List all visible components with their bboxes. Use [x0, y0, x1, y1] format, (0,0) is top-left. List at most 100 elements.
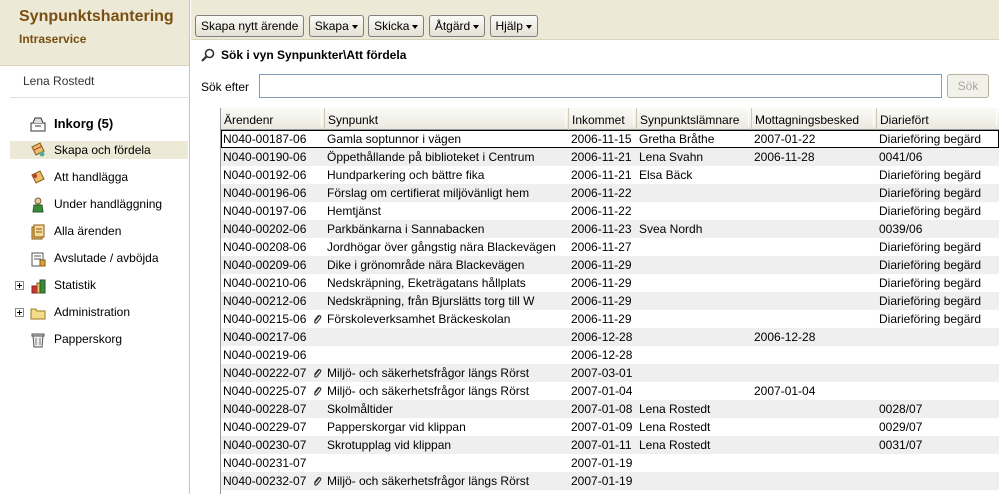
table-row[interactable]: N040-00232-07 Miljö- och säkerhetsfrågor … — [221, 472, 999, 490]
table-cell — [637, 274, 752, 292]
table-row[interactable]: N040-00219-06 2006-12-28 — [221, 346, 999, 364]
table-cell: Hemtjänst — [327, 204, 382, 218]
table-cell: N040-00215-06 — [223, 312, 307, 326]
table-cell: N040-00217-06 — [223, 330, 307, 344]
action-menu-button[interactable]: Åtgärd — [428, 15, 486, 37]
table-row[interactable]: N040-00230-07 Skrotupplag vid klippan 2007… — [221, 436, 999, 454]
table-row[interactable]: N040-00192-06 Hundparkering och bättre fi… — [221, 166, 999, 184]
help-menu-button[interactable]: Hjälp — [489, 15, 538, 37]
expand-plus-icon[interactable] — [15, 281, 24, 290]
table-row[interactable]: N040-00215-06 Förskoleverksamhet Bräckesk… — [221, 310, 999, 328]
sidebar-item[interactable]: Papperskorg — [10, 326, 188, 353]
table-row[interactable]: N040-00231-07 2007-01-19 — [221, 454, 999, 472]
statistics-icon — [31, 279, 46, 294]
table-cell: N040-00187-06 — [223, 132, 307, 146]
sidebar-item[interactable]: Att handlägga — [10, 164, 188, 191]
sidebar-item[interactable]: Inkorg (5) — [10, 110, 188, 137]
table-cell: 2006-11-29 — [571, 258, 632, 272]
app-header: Synpunktshantering Intraservice — [0, 0, 189, 66]
sidebar-item[interactable]: Administration — [10, 299, 188, 326]
table-row[interactable]: N040-00202-06 Parkbänkarna i Sannabacken 2… — [221, 220, 999, 238]
table-cell: Miljö- och säkerhetsfrågor längs Rörst — [327, 366, 530, 380]
table-cell — [637, 292, 752, 310]
column-header[interactable]: Mottagningsbesked — [752, 108, 877, 130]
table-cell: 2006-11-21 — [571, 150, 632, 164]
table-row[interactable]: N040-00196-06 Förslag om certifierat milj… — [221, 184, 999, 202]
send-menu-button[interactable]: Skicka — [368, 15, 425, 37]
table-row[interactable]: N040-00210-06 Nedskräpning, Eketrägatans … — [221, 274, 999, 292]
table-row[interactable]: N040-00222-07 Miljö- och säkerhetsfrågor … — [221, 364, 999, 382]
caret-down-icon — [412, 24, 419, 29]
sidebar-item-label: Inkorg (5) — [54, 116, 114, 131]
table-cell: Diarieföring begärd — [879, 276, 982, 290]
table-cell: 2006-11-28 — [754, 150, 815, 164]
table-row[interactable]: N040-00225-07 Miljö- och säkerhetsfrågor … — [221, 382, 999, 400]
table-cell: N040-00196-06 — [223, 186, 307, 200]
table-cell: N040-00208-06 — [223, 240, 307, 254]
table-row[interactable]: N040-00187-06 Gamla soptunnor i vägen 2006… — [221, 130, 999, 148]
table-row[interactable]: N040-00208-06 Jordhögar över gångstig när… — [221, 238, 999, 256]
table-cell: N040-00202-06 — [223, 222, 307, 236]
table-cell: Diarieföring begärd — [879, 240, 982, 254]
table-cell: N040-00232-07 — [223, 474, 307, 488]
table-row[interactable]: N040-00190-06 Öppethållande på biblioteke… — [221, 148, 999, 166]
table-cell: 2006-12-28 — [754, 330, 816, 344]
table-row[interactable]: N040-00209-06 Dike i grönområde nära Blac… — [221, 256, 999, 274]
sidebar-item[interactable]: Under handläggning — [10, 191, 188, 218]
table-cell — [637, 454, 752, 472]
table-cell: 2006-11-29 — [571, 294, 632, 308]
main-panel: Skapa nytt ärende Skapa Skicka Åtgärd Hj… — [191, 0, 999, 494]
table-cell — [752, 166, 877, 184]
search-button[interactable]: Sök — [947, 74, 989, 98]
sidebar-item[interactable]: Alla ärenden — [10, 218, 188, 245]
create-new-case-button[interactable]: Skapa nytt ärende — [195, 15, 305, 37]
table-cell: 2006-11-21 — [571, 168, 632, 182]
column-header[interactable]: Ärendenr — [221, 108, 325, 130]
table-cell — [637, 328, 752, 346]
table-cell: Lena Svahn — [639, 150, 704, 164]
table-cell: Jordhögar över gångstig nära Blackevägen — [327, 240, 556, 254]
table-cell: N040-00210-06 — [223, 276, 307, 290]
table-row[interactable]: N040-00197-06 Hemtjänst 2006-11-22 Diariefö… — [221, 202, 999, 220]
table-cell: Nedskräpning, Eketrägatans hållplats — [327, 276, 526, 290]
magnifier-icon — [201, 48, 215, 62]
table-row[interactable]: N040-00228-07 Skolmåltider 2007-01-08 Lena … — [221, 400, 999, 418]
table-cell: Gamla soptunnor i vägen — [327, 132, 462, 146]
table-row[interactable]: N040-00212-06 Nedskräpning, från Bjurslät… — [221, 292, 999, 310]
table-row[interactable]: N040-00229-07 Papperskorgar vid klippan 20… — [221, 418, 999, 436]
table-cell — [752, 184, 877, 202]
sidebar-item-label: Att handlägga — [54, 170, 129, 184]
table-cell: 0041/06 — [879, 150, 923, 164]
sidebar-item-label: Skapa och fördela — [54, 143, 151, 157]
create-menu-button[interactable]: Skapa — [308, 15, 364, 37]
column-header[interactable]: Diariefört — [877, 108, 999, 130]
cases-table: Ärendenr Synpunkt Inkommet Synpunktslämnare… — [220, 108, 999, 494]
table-row[interactable]: N040-00217-06 2006-12-28 2006-12-28 — [221, 328, 999, 346]
table-cell — [637, 364, 752, 382]
table-cell: Förslag om certifierat miljövänligt hem — [327, 186, 530, 200]
sidebar-item[interactable]: Skapa och fördela — [10, 141, 188, 159]
create-menu-label: Skapa — [314, 19, 349, 33]
expand-plus-icon[interactable] — [15, 308, 24, 317]
sidebar-item[interactable]: Statistik — [10, 272, 188, 299]
table-cell: N040-00219-06 — [223, 348, 307, 362]
table-cell — [752, 220, 877, 238]
table-cell: N040-00190-06 — [223, 150, 307, 164]
table-cell: N040-00225-07 — [223, 384, 307, 398]
table-cell: N040-00192-06 — [223, 168, 307, 182]
table-cell — [752, 202, 877, 220]
table-cell: Hundparkering och bättre fika — [327, 168, 485, 182]
table-cell: Skrotupplag vid klippan — [327, 438, 452, 452]
table-cell — [752, 454, 877, 472]
column-header[interactable]: Synpunkt — [325, 108, 569, 130]
attachment-icon — [314, 368, 322, 378]
table-cell — [752, 418, 877, 436]
search-input[interactable] — [259, 74, 942, 98]
column-header[interactable]: Synpunktslämnare — [637, 108, 752, 130]
sidebar-item[interactable]: Avslutade / avböjda — [10, 245, 188, 272]
table-cell — [637, 310, 752, 328]
table-cell: 2007-01-04 — [754, 384, 816, 398]
table-cell: Nedskräpning, från Bjurslätts torg till … — [327, 294, 535, 308]
all-cases-icon — [31, 224, 45, 240]
column-header[interactable]: Inkommet — [569, 108, 637, 130]
